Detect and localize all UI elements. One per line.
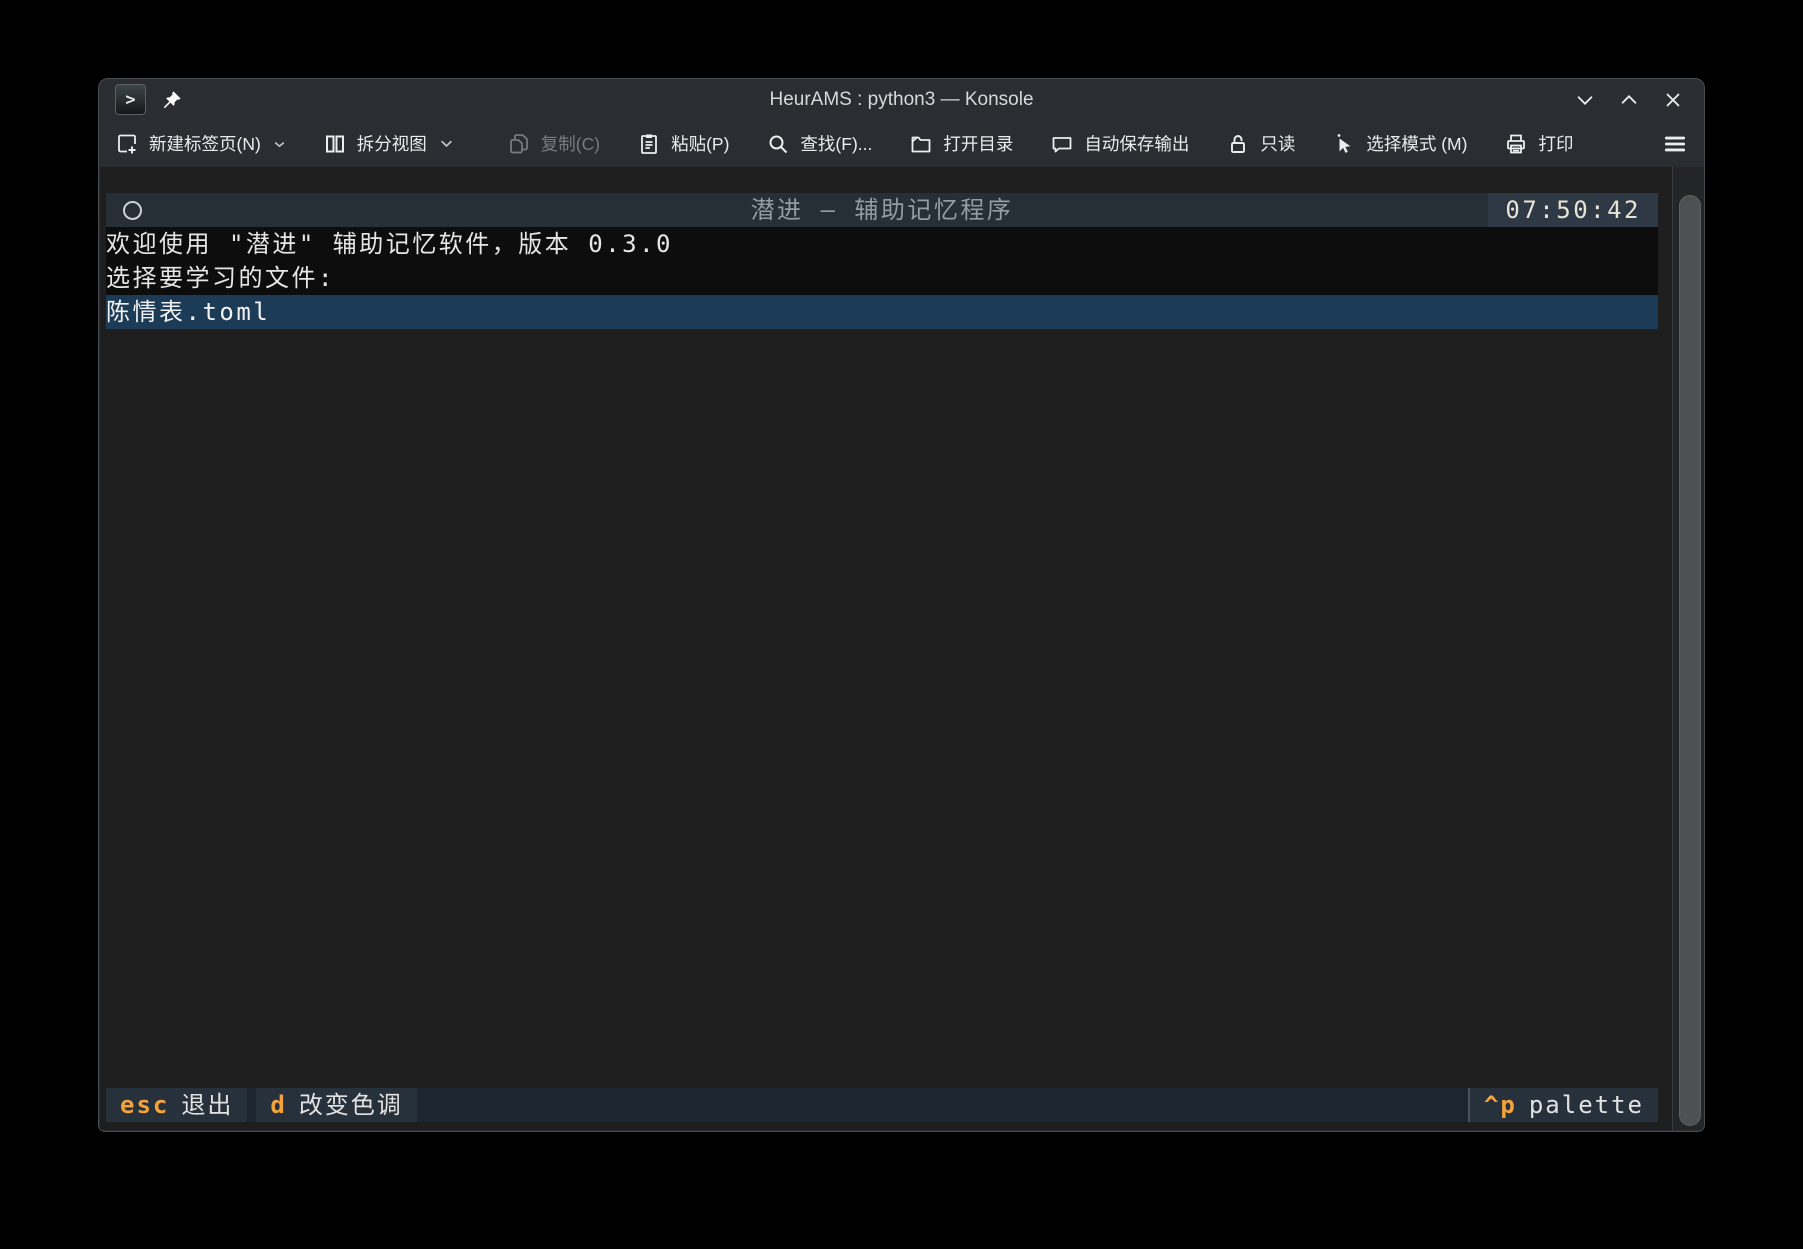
konsole-window: > HeurAMS : python3 — Konsole <box>98 78 1705 1132</box>
copy-button: 复制(C) <box>507 131 600 156</box>
print-button[interactable]: 打印 <box>1504 131 1573 156</box>
chevron-up-icon <box>1618 89 1640 111</box>
read-only-label: 只读 <box>1260 131 1295 156</box>
split-view-icon <box>323 132 347 156</box>
terminal-viewport[interactable]: 潜进 – 辅助记忆程序 07:50:42 欢迎使用 "潜进" 辅助记忆软件，版本… <box>100 167 1703 1130</box>
key-action-label: 改变色调 <box>299 1088 403 1122</box>
copy-icon <box>507 132 531 156</box>
chevron-down-icon <box>1574 89 1596 111</box>
read-only-button[interactable]: 只读 <box>1226 131 1295 156</box>
paste-button[interactable]: 粘贴(P) <box>637 131 729 156</box>
key-badge: ^p <box>1484 1088 1517 1122</box>
footer-binding-quit[interactable]: esc 退出 <box>106 1088 247 1122</box>
konsole-app-icon[interactable]: > <box>115 84 146 115</box>
open-folder-icon <box>909 132 933 156</box>
tui-footer-bar: esc 退出 d 改变色调 ^p palette <box>106 1088 1658 1122</box>
read-only-lock-icon <box>1226 132 1250 156</box>
close-button[interactable] <box>1658 85 1688 115</box>
footer-binding-palette[interactable]: ^p palette <box>1470 1088 1658 1122</box>
key-badge: esc <box>120 1088 169 1122</box>
print-icon <box>1504 132 1528 156</box>
find-icon <box>766 132 790 156</box>
pin-icon <box>161 89 183 111</box>
key-action-label: palette <box>1529 1088 1644 1122</box>
paste-label: 粘贴(P) <box>671 131 729 156</box>
terminal-output-line: 欢迎使用 "潜进" 辅助记忆软件，版本 0.3.0 <box>106 227 1658 261</box>
chevron-down-icon <box>439 136 454 151</box>
split-view-label: 拆分视图 <box>357 131 427 156</box>
auto-save-output-label: 自动保存输出 <box>1084 131 1189 156</box>
titlebar[interactable]: > HeurAMS : python3 — Konsole <box>99 79 1704 120</box>
new-tab-label: 新建标签页(N) <box>149 131 261 156</box>
footer-binding-change-theme[interactable]: d 改变色调 <box>256 1088 416 1122</box>
tui-app-title: 潜进 – 辅助记忆程序 <box>106 193 1658 227</box>
close-icon <box>1662 89 1684 111</box>
footer-spacer <box>417 1088 1468 1122</box>
minimize-button[interactable] <box>1570 85 1600 115</box>
new-tab-button[interactable]: 新建标签页(N) <box>115 131 286 156</box>
hamburger-menu-button[interactable] <box>1662 131 1688 157</box>
key-action-label: 退出 <box>181 1088 233 1122</box>
split-view-button[interactable]: 拆分视图 <box>323 131 454 156</box>
hamburger-menu-icon <box>1662 131 1688 157</box>
chevron-down-icon <box>273 137 286 150</box>
copy-label: 复制(C) <box>541 131 600 156</box>
open-directory-button[interactable]: 打开目录 <box>909 131 1013 156</box>
paste-icon <box>637 132 661 156</box>
auto-save-output-icon <box>1050 132 1074 156</box>
find-label: 查找(F)... <box>800 131 872 156</box>
window-title: HeurAMS : python3 — Konsole <box>99 89 1704 111</box>
desktop: > HeurAMS : python3 — Konsole <box>0 0 1803 1249</box>
terminal-output-line: 选择要学习的文件: <box>106 261 1658 295</box>
new-tab-icon <box>115 132 139 156</box>
scrollbar-thumb[interactable] <box>1679 195 1701 1126</box>
maximize-button[interactable] <box>1614 85 1644 115</box>
toolbar: 新建标签页(N) 拆分视图 复制 <box>99 120 1704 167</box>
file-list-item-selected[interactable]: 陈情表.toml <box>106 295 1658 329</box>
print-label: 打印 <box>1538 131 1573 156</box>
selection-mode-button[interactable]: 选择模式 (M) <box>1332 131 1467 156</box>
find-button[interactable]: 查找(F)... <box>766 131 872 156</box>
auto-save-output-button[interactable]: 自动保存输出 <box>1050 131 1189 156</box>
selection-mode-label: 选择模式 (M) <box>1366 131 1467 156</box>
tui-header-bar: 潜进 – 辅助记忆程序 07:50:42 <box>106 193 1658 227</box>
open-directory-label: 打开目录 <box>943 131 1013 156</box>
key-badge: d <box>270 1088 286 1122</box>
selection-mode-icon <box>1332 132 1356 156</box>
